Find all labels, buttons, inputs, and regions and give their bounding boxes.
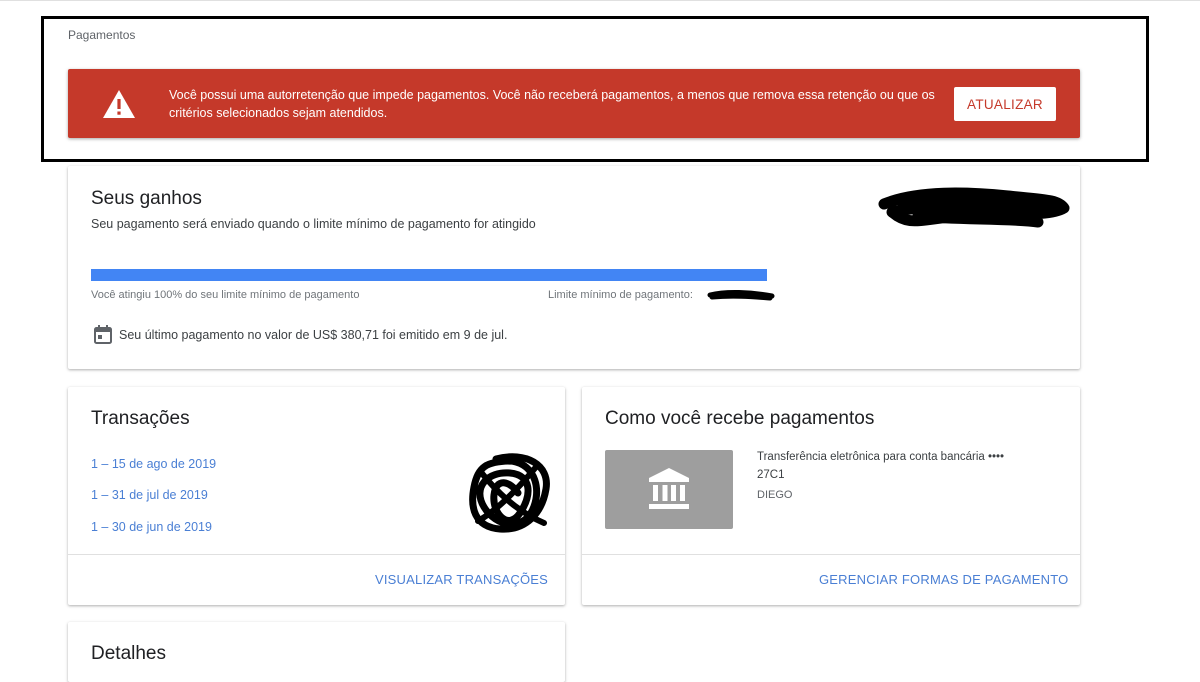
redaction-scribble	[469, 453, 550, 533]
account-holder-name: DIEGO	[757, 489, 793, 501]
manage-payment-methods-button[interactable]: GERENCIAR FORMAS DE PAGAMENTO	[819, 572, 1068, 587]
transaction-link[interactable]: 1 – 15 de ago de 2019	[91, 457, 216, 471]
card-divider	[68, 554, 565, 555]
payment-methods-card: Como você recebe pagamentos Transferênci…	[582, 387, 1080, 605]
update-button[interactable]: ATUALIZAR	[954, 87, 1056, 121]
transaction-link[interactable]: 1 – 30 de jun de 2019	[91, 520, 212, 534]
payment-methods-title: Como você recebe pagamentos	[605, 408, 875, 429]
bank-icon	[649, 468, 689, 509]
threshold-label: Limite mínimo de pagamento:	[548, 289, 693, 301]
calendar-icon	[94, 325, 112, 344]
progress-fill	[91, 269, 767, 281]
warning-icon	[103, 90, 135, 118]
details-card: Detalhes	[68, 622, 565, 682]
bank-method-text: Transferência eletrônica para conta banc…	[757, 451, 1005, 463]
last-payment-text: Seu último pagamento no valor de US$ 380…	[119, 328, 508, 342]
earnings-subtitle: Seu pagamento será enviado quando o limi…	[91, 217, 536, 231]
redaction-scribble	[878, 187, 1070, 228]
alert-message: Você possui uma autorretenção que impede…	[169, 88, 935, 120]
card-divider	[582, 554, 1080, 555]
transaction-link[interactable]: 1 – 31 de jul de 2019	[91, 488, 208, 502]
redaction-scribble	[707, 290, 775, 301]
transactions-title: Transações	[91, 408, 190, 429]
top-divider	[0, 0, 1200, 1]
earnings-card: Seus ganhos Seu pagamento será enviado q…	[68, 166, 1080, 369]
bank-account-suffix: 27C1	[757, 469, 785, 481]
transactions-card: Transações 1 – 15 de ago de 2019 1 – 31 …	[68, 387, 565, 605]
threshold-progress-bar	[91, 269, 767, 281]
progress-label: Você atingiu 100% do seu limite mínimo d…	[91, 289, 360, 301]
view-transactions-button[interactable]: VISUALIZAR TRANSAÇÕES	[375, 572, 548, 587]
details-title: Detalhes	[91, 643, 166, 664]
self-hold-alert: Você possui uma autorretenção que impede…	[68, 69, 1080, 138]
breadcrumb: Pagamentos	[68, 28, 136, 42]
earnings-title: Seus ganhos	[91, 188, 202, 209]
bank-account-tile	[605, 450, 733, 529]
